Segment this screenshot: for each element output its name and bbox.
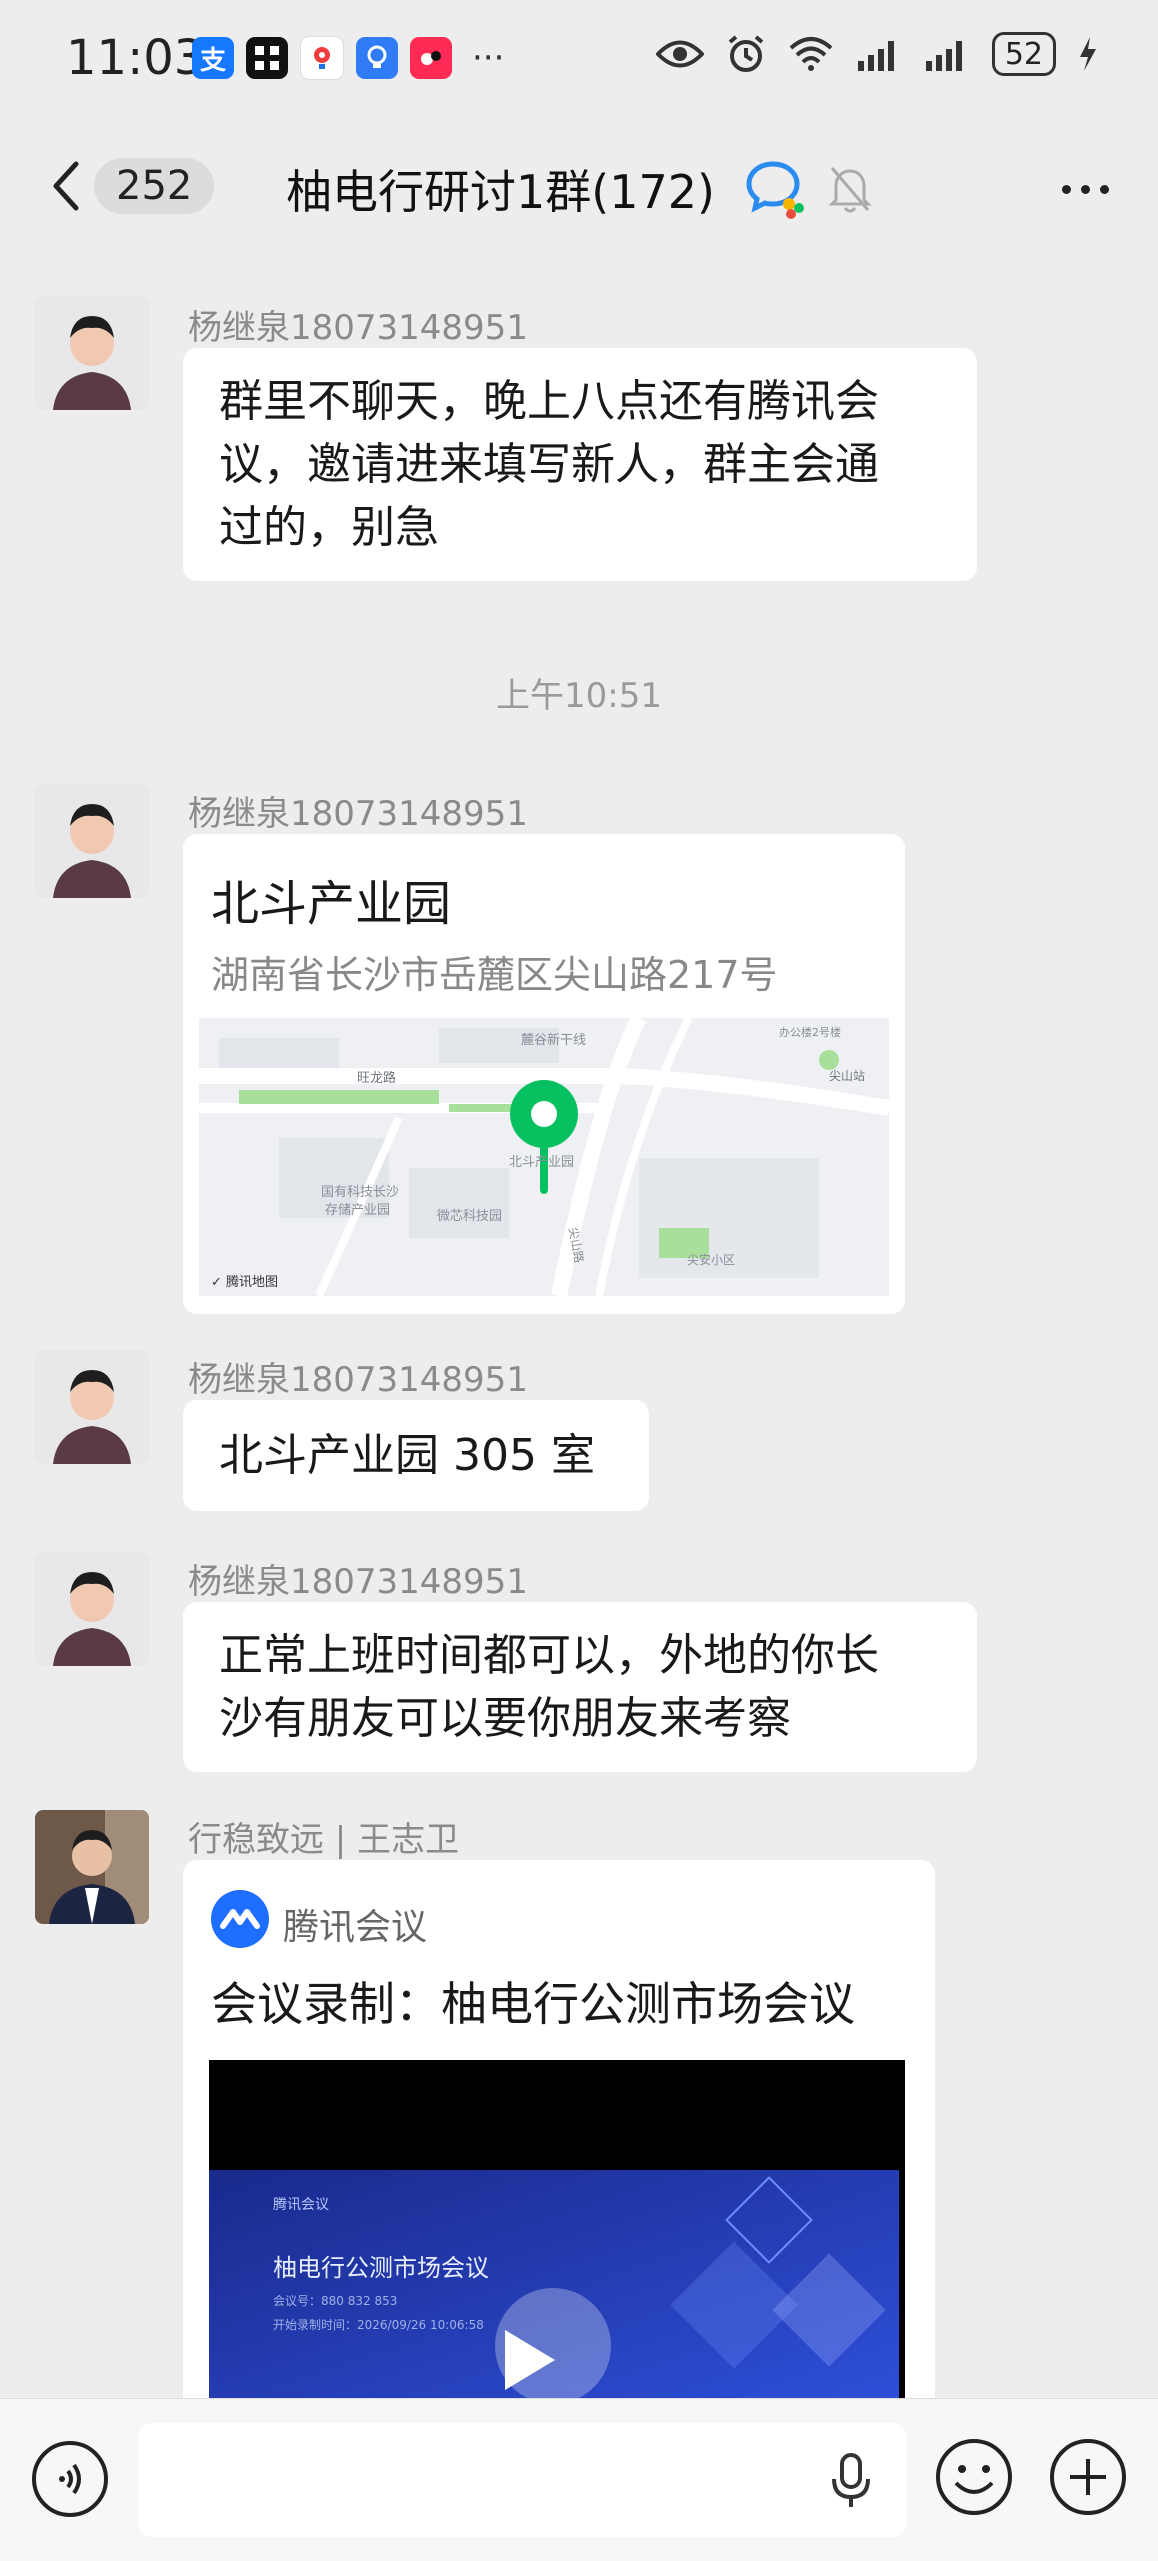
emoji-button[interactable]	[934, 2437, 1014, 2517]
system-icons: 52	[655, 32, 1098, 76]
voice-mode-button[interactable]	[32, 2441, 108, 2517]
map-preview[interactable]: 麓谷新干线 旺龙路 北斗产业园 国有科技长沙 存储产业园 微芯科技园 尖山路 尖…	[199, 1018, 889, 1296]
location-address: 湖南省长沙市岳麓区尖山路217号	[211, 953, 778, 997]
meeting-app-name: 腾讯会议	[283, 1907, 428, 1948]
charging-icon	[1080, 37, 1096, 71]
more-functions-button[interactable]	[1048, 2437, 1128, 2517]
back-button[interactable]	[44, 156, 94, 216]
signal-icon-1	[857, 41, 894, 71]
microphone-icon[interactable]	[828, 2451, 874, 2511]
app-grid-icon	[246, 37, 288, 79]
sender-name: 杨继泉18073148951	[188, 1360, 528, 1400]
meeting-title: 会议录制：柚电行公测市场会议	[211, 1977, 855, 2031]
location-card[interactable]: 北斗产业园 湖南省长沙市岳麓区尖山路217号 麓谷新干线 旺龙路 北斗产业园 国…	[183, 834, 905, 1314]
video-record-time: 开始录制时间：2026/09/26 10:06:58	[273, 2318, 484, 2332]
signal-icon-2	[925, 41, 962, 71]
message-bubble[interactable]: 群里不聊天，晚上八点还有腾讯会 议，邀请进来填写新人，群主会通 过的，别急	[183, 348, 977, 581]
svg-text:麓谷新干线: 麓谷新干线	[521, 1032, 586, 1048]
voice-icon	[59, 2463, 81, 2495]
video-thumbnail[interactable]: 腾讯会议 柚电行公测市场会议 会议号：880 832 853 开始录制时间：20…	[209, 2060, 905, 2400]
message-text: 北斗产业园 305 室	[219, 1430, 595, 1481]
chat-title: 柚电行研讨1群(172)	[286, 165, 715, 219]
douyin-icon	[410, 37, 452, 79]
message-bubble[interactable]: 北斗产业园 305 室	[183, 1400, 649, 1511]
sender-name: 行稳致远 | 王志卫	[188, 1820, 460, 1860]
location-name: 北斗产业园	[211, 876, 452, 932]
svg-text:北斗产业园: 北斗产业园	[509, 1155, 574, 1170]
svg-text:存储产业园: 存储产业园	[325, 1203, 390, 1218]
wechat-work-group-icon	[746, 161, 804, 219]
status-overflow: ···	[472, 38, 505, 78]
chat-header: 252 柚电行研讨1群(172)	[0, 130, 1158, 240]
play-button[interactable]	[495, 2288, 611, 2400]
message-input[interactable]	[138, 2423, 906, 2537]
avatar[interactable]	[35, 1810, 149, 1924]
svg-text:旺龙路: 旺龙路	[357, 1070, 396, 1086]
svg-text:✓ 腾讯地图: ✓ 腾讯地图	[211, 1274, 278, 1290]
status-time: 11:03	[66, 30, 205, 86]
alarm-icon	[728, 35, 764, 72]
meeting-card[interactable]: 腾讯会议 会议录制：柚电行公测市场会议 腾讯会议 柚电行公测市场会议 会议号：8…	[183, 1860, 935, 2420]
video-title: 柚电行公测市场会议	[273, 2254, 489, 2282]
message-text: 群里不聊天，晚上八点还有腾讯会 议，邀请进来填写新人，群主会通 过的，别急	[219, 376, 879, 553]
battery-level: 52	[1004, 36, 1043, 72]
alipay-icon: 支	[192, 37, 234, 79]
avatar[interactable]	[35, 1350, 149, 1464]
mute-bell-icon	[828, 167, 872, 213]
tencent-meeting-icon	[211, 1890, 269, 1948]
sender-name: 杨继泉18073148951	[188, 1562, 528, 1602]
sender-name: 杨继泉18073148951	[188, 308, 528, 348]
svg-text:尖山站: 尖山站	[829, 1069, 865, 1083]
avatar[interactable]	[35, 784, 149, 898]
notification-icons: 支 ···	[192, 36, 504, 80]
input-bar	[0, 2398, 1158, 2561]
svg-text:国有科技长沙: 国有科技长沙	[321, 1185, 399, 1200]
message-bubble[interactable]: 正常上班时间都可以，外地的你长 沙有朋友可以要你朋友来考察	[183, 1602, 977, 1772]
bulb-app-icon	[356, 37, 398, 79]
unread-count-badge[interactable]: 252	[94, 158, 215, 214]
video-meeting-number: 会议号：880 832 853	[273, 2294, 398, 2308]
battery-indicator: 52	[991, 32, 1056, 76]
more-options-button[interactable]	[1050, 164, 1120, 214]
chat-timestamp: 上午10:51	[496, 676, 662, 716]
message-text: 正常上班时间都可以，外地的你长 沙有朋友可以要你朋友来考察	[219, 1630, 879, 1744]
svg-text:办公楼2号楼: 办公楼2号楼	[779, 1025, 841, 1039]
map-app-icon	[300, 36, 344, 80]
wifi-icon	[789, 37, 833, 71]
eye-icon	[655, 40, 704, 68]
avatar[interactable]	[35, 1552, 149, 1666]
sender-name: 杨继泉18073148951	[188, 794, 528, 834]
svg-text:尖安小区: 尖安小区	[687, 1252, 735, 1267]
status-bar: 11:03 支 ··· 52	[0, 0, 1158, 120]
video-brand: 腾讯会议	[273, 2197, 329, 2213]
svg-text:微芯科技园: 微芯科技园	[437, 1209, 502, 1224]
avatar[interactable]	[35, 296, 149, 410]
